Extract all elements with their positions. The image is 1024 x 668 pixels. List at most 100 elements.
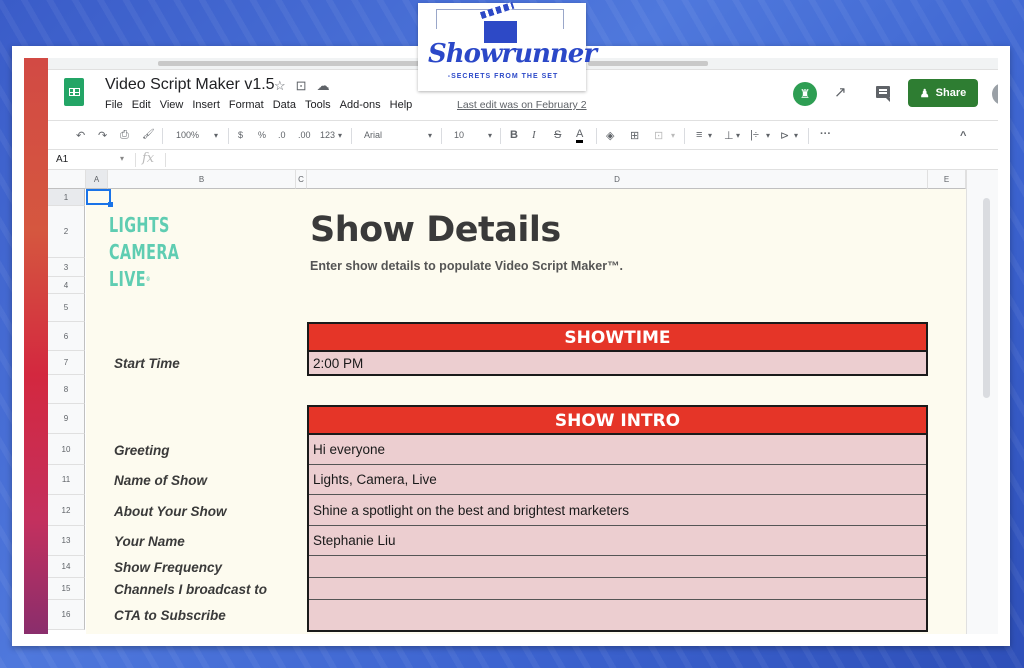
bold-button[interactable]: B [510,129,518,141]
rotation-dropdown-icon[interactable]: ▾ [794,131,798,140]
row-header-12[interactable]: 12 [48,495,85,526]
vertical-align-icon[interactable]: ⊥ [724,129,734,142]
undo-icon[interactable]: ↶ [76,129,85,142]
borders-icon[interactable]: ⊞ [630,129,639,142]
row-header-5[interactable]: 5 [48,294,85,322]
column-header-b[interactable]: B [108,170,296,189]
about-your-show-input[interactable]: Shine a spotlight on the best and bright… [309,495,926,526]
menu-view[interactable]: View [160,99,184,111]
divider [228,128,229,144]
profile-avatar[interactable] [992,83,998,105]
fx-icon: fx [142,151,155,166]
column-header-c[interactable]: C [296,170,307,189]
row-header-1[interactable]: 1 [48,189,85,206]
comments-icon[interactable] [876,86,890,102]
row-header-10[interactable]: 10 [48,434,85,465]
font-family-select[interactable]: Arial [364,130,382,140]
merge-dropdown-icon[interactable]: ▾ [671,131,675,140]
more-formats-button[interactable]: 123 [320,130,335,140]
name-box-dropdown-icon[interactable]: ▾ [120,154,124,163]
menu-format[interactable]: Format [229,99,264,111]
field-label-greeting: Greeting [114,443,170,458]
decrease-decimal-button[interactable]: .0 [278,130,286,140]
h-align-dropdown-icon[interactable]: ▾ [708,131,712,140]
row-header-4[interactable]: 4 [48,277,85,294]
row-header-11[interactable]: 11 [48,465,85,495]
channels-input[interactable] [309,578,926,600]
select-all-corner[interactable] [48,170,86,189]
menu-help[interactable]: Help [390,99,413,111]
column-header-a[interactable]: A [86,170,108,189]
greeting-input[interactable]: Hi everyone [309,435,926,465]
fill-color-icon[interactable]: ◈ [606,129,614,142]
currency-format-button[interactable]: $ [238,130,243,140]
font-dropdown-icon[interactable]: ▾ [428,131,432,140]
move-to-folder-icon[interactable]: ⊡ [296,78,307,94]
your-name-input[interactable]: Stephanie Liu [309,526,926,556]
row-header-2[interactable]: 2 [48,206,85,258]
row-header-16[interactable]: 16 [48,600,85,630]
row-header-6[interactable]: 6 [48,322,85,351]
section-header-showtime: SHOWTIME [309,324,926,352]
percent-format-button[interactable]: % [258,130,266,140]
column-header-d[interactable]: D [307,170,928,189]
vertical-scrollbar[interactable] [966,170,998,634]
menu-edit[interactable]: Edit [132,99,151,111]
sheets-logo-icon[interactable] [64,78,84,106]
url-text-tail [588,61,708,66]
italic-button[interactable]: I [532,129,536,141]
merge-cells-icon[interactable]: ⊡ [654,129,663,142]
text-wrap-icon[interactable]: |÷ [750,129,759,141]
more-formats-dropdown-icon[interactable]: ▾ [338,131,342,140]
row-header-3[interactable]: 3 [48,258,85,277]
account-avatar[interactable]: ♜ [793,82,817,106]
text-rotation-icon[interactable]: ⊳ [780,129,789,142]
column-header-e[interactable]: E [928,170,966,189]
menu-tools[interactable]: Tools [305,99,331,111]
scrollbar-thumb[interactable] [983,198,990,398]
row-header-7[interactable]: 7 [48,351,85,375]
share-button[interactable]: ♟ Share [908,79,978,107]
menu-file[interactable]: File [105,99,123,111]
horizontal-align-icon[interactable]: ≡ [696,129,702,141]
show-frequency-input[interactable] [309,556,926,578]
document-title[interactable]: Video Script Maker v1.5 [105,76,275,94]
zoom-dropdown-icon[interactable]: ▾ [214,131,218,140]
name-of-show-input[interactable]: Lights, Camera, Live [309,465,926,495]
cta-to-subscribe-input[interactable] [309,600,926,630]
menu-add-ons[interactable]: Add-ons [340,99,381,111]
wrap-dropdown-icon[interactable]: ▾ [766,131,770,140]
menu-insert[interactable]: Insert [192,99,220,111]
menu-data[interactable]: Data [273,99,296,111]
star-icon[interactable]: ☆ [274,78,286,94]
collapse-toolbar-icon[interactable]: ^ [960,130,966,142]
row-header-13[interactable]: 13 [48,526,85,556]
row-header-9[interactable]: 9 [48,404,85,434]
font-size-dropdown-icon[interactable]: ▾ [488,131,492,140]
increase-decimal-button[interactable]: .00 [298,130,311,140]
name-box[interactable]: A1 [56,154,68,165]
formula-input[interactable] [172,154,962,166]
font-size-select[interactable]: 10 [454,130,464,140]
selected-cell-a1[interactable] [86,189,113,207]
print-icon[interactable]: ⎙ [120,129,129,142]
more-options-icon[interactable]: ··· [820,128,831,140]
showrunner-tagline: -SECRETS FROM THE SET [447,73,559,80]
showrunner-wordmark: Showrunner [428,39,597,69]
activity-trend-icon[interactable]: ↗ [834,83,847,101]
redo-icon[interactable]: ↷ [98,129,107,142]
field-label-channels: Channels I broadcast to [114,582,268,597]
text-color-button[interactable]: A [576,129,584,143]
start-time-input[interactable]: 2:00 PM [309,352,926,374]
row-header-14[interactable]: 14 [48,556,85,578]
paint-format-icon[interactable]: 🖌 [142,129,155,140]
zoom-select[interactable]: 100% [176,130,199,140]
v-align-dropdown-icon[interactable]: ▾ [736,131,740,140]
cloud-saved-icon[interactable]: ☁ [317,78,330,94]
strikethrough-button[interactable]: S [554,129,561,141]
last-edit-link[interactable]: Last edit was on February 2 [457,99,587,111]
row-header-8[interactable]: 8 [48,375,85,404]
showtime-section: SHOWTIME 2:00 PM [307,322,928,376]
row-header-15[interactable]: 15 [48,578,85,600]
desktop-wallpaper-strip [24,58,48,634]
